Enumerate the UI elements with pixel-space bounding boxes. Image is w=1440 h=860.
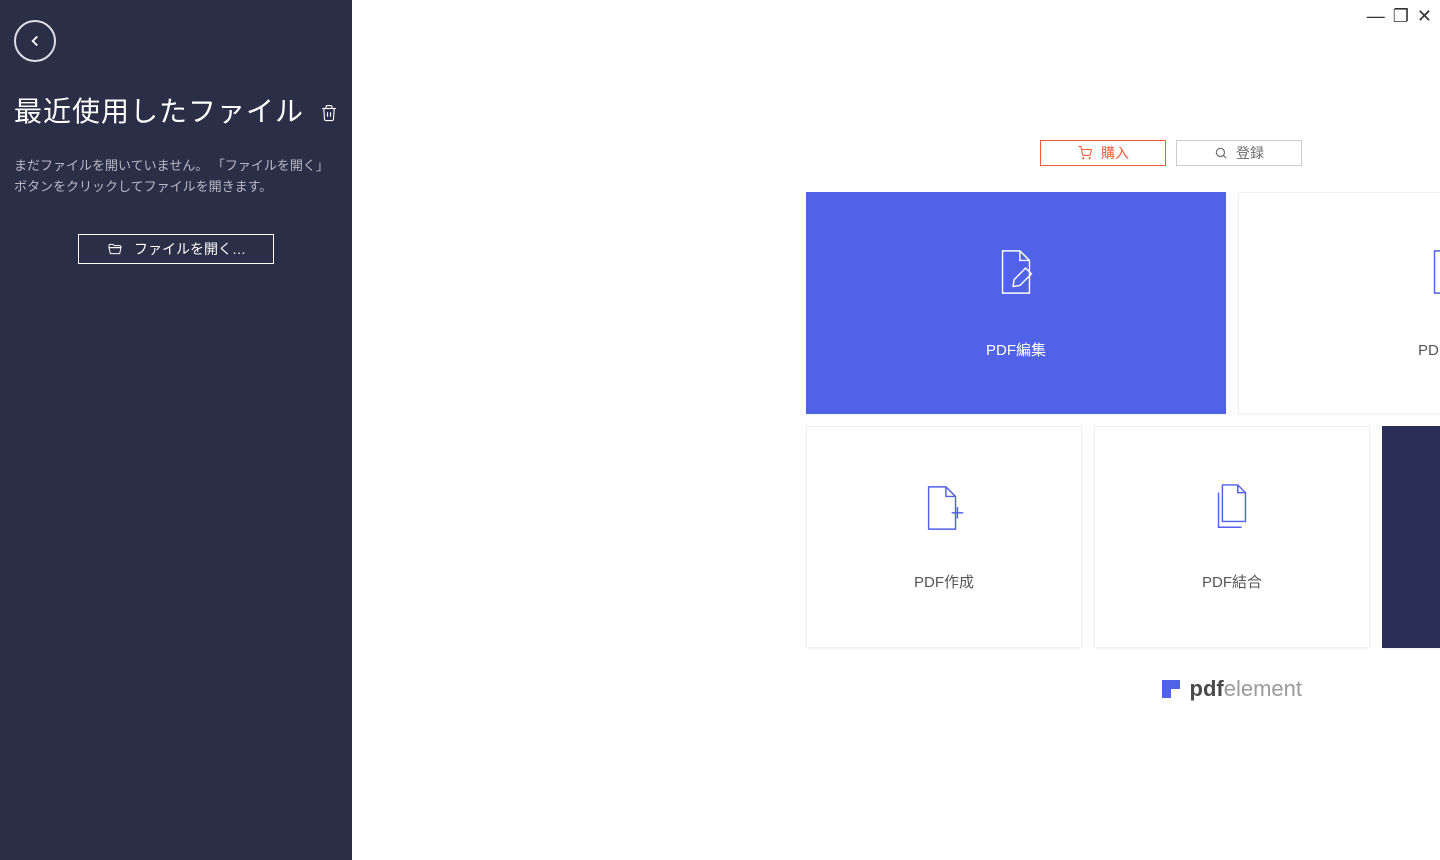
search-icon (1214, 146, 1228, 160)
purchase-label: 購入 (1101, 143, 1129, 163)
tile-pdf-create[interactable]: PDF作成 (806, 426, 1082, 648)
tile-row-1: PDF編集 PDF変換 (806, 192, 1440, 414)
open-file-label: ファイルを開く… (134, 239, 246, 259)
maximize-button[interactable]: ❐ (1393, 6, 1409, 27)
sidebar-title: 最近使用したファイル (14, 90, 304, 130)
tile-pdf-edit[interactable]: PDF編集 (806, 192, 1226, 414)
minimize-button[interactable]: ― (1367, 6, 1385, 27)
branding-text: pdfelement (1190, 676, 1302, 702)
tiles-grid: PDF編集 PDF変換 PDF作成 (806, 192, 1440, 660)
branding-light: element (1224, 676, 1302, 701)
close-button[interactable]: ✕ (1417, 6, 1432, 27)
cart-icon (1077, 146, 1093, 160)
trash-button[interactable] (320, 97, 338, 123)
purchase-button[interactable]: 購入 (1040, 140, 1166, 166)
chevron-left-icon (26, 32, 44, 50)
tile-pdf-convert[interactable]: PDF変換 (1238, 192, 1440, 414)
document-edit-icon (992, 247, 1040, 297)
tile-row-2: PDF作成 PDF結合 PDFテンプレート (806, 426, 1440, 648)
back-button[interactable] (14, 20, 56, 62)
register-button[interactable]: 登録 (1176, 140, 1302, 166)
logo-icon (1162, 680, 1180, 698)
register-label: 登録 (1236, 143, 1264, 163)
tile-label: PDF変換 (1418, 339, 1440, 360)
window-controls: ― ❐ ✕ (1367, 6, 1432, 27)
tile-pdf-template[interactable]: PDFテンプレート (1382, 426, 1440, 648)
main-area: ― ❐ ✕ 購入 登録 (352, 0, 1440, 860)
tile-pdf-combine[interactable]: PDF結合 (1094, 426, 1370, 648)
sidebar-title-row: 最近使用したファイル (14, 90, 338, 130)
document-stack-icon (1208, 483, 1256, 533)
sidebar: 最近使用したファイル まだファイルを開いていません。 「ファイルを開く」ボタンを… (0, 0, 352, 860)
branding-bold: pdf (1190, 676, 1224, 701)
app-root: 最近使用したファイル まだファイルを開いていません。 「ファイルを開く」ボタンを… (0, 0, 1440, 860)
tile-label: PDF作成 (914, 571, 974, 592)
sidebar-empty-message: まだファイルを開いていません。 「ファイルを開く」ボタンをクリックしてファイルを… (14, 156, 338, 198)
document-convert-icon (1424, 247, 1440, 297)
branding: pdfelement (1162, 676, 1302, 702)
open-file-button[interactable]: ファイルを開く… (78, 234, 274, 264)
tile-label: PDF結合 (1202, 571, 1262, 592)
tile-label: PDF編集 (986, 339, 1046, 360)
trash-icon (320, 103, 338, 123)
top-action-buttons: 購入 登録 (1040, 140, 1302, 166)
folder-open-icon (106, 241, 124, 257)
document-plus-icon (920, 483, 968, 533)
